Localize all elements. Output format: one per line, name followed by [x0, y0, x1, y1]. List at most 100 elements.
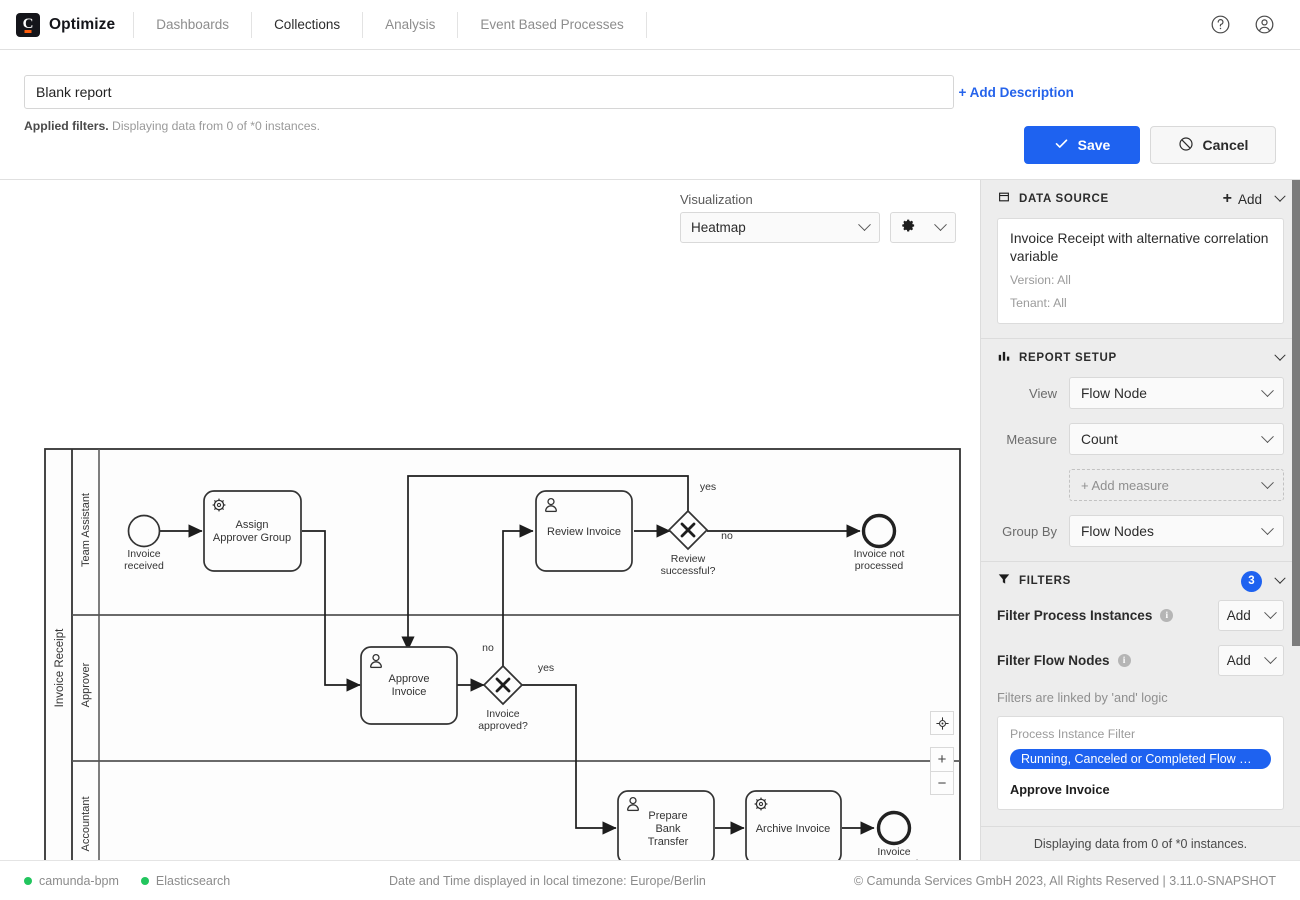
zoom-in-button[interactable]: +: [930, 747, 954, 771]
end-event-invoice-processed: [876, 810, 912, 846]
report-title-input[interactable]: [24, 75, 954, 109]
nav-item-event-based-processes[interactable]: Event Based Processes: [458, 12, 645, 38]
report-header-bar: + Add Description Applied filters. Displ…: [0, 50, 1300, 219]
add-flow-node-filter-label: Add: [1226, 653, 1251, 669]
start-event-label-line2: received: [124, 560, 164, 572]
filter-process-instances-label: Filter Process Instances: [997, 608, 1153, 624]
flow-label-review-no: no: [721, 530, 733, 542]
measure-select[interactable]: Count: [1069, 423, 1284, 456]
add-description-button[interactable]: + Add Description: [958, 85, 1073, 100]
data-source-title: DATA SOURCE: [1019, 193, 1109, 205]
collapse-data-source-icon[interactable]: [1274, 190, 1286, 202]
collapse-report-setup-icon[interactable]: [1274, 349, 1286, 361]
nav-item-analysis[interactable]: Analysis: [363, 12, 457, 38]
lane-label-accountant: Accountant: [80, 796, 92, 851]
report-setup-header: REPORT SETUP: [997, 339, 1286, 377]
svg-text:Invoice: Invoice: [392, 686, 427, 698]
filter-card[interactable]: Process Instance Filter Running, Cancele…: [997, 716, 1284, 811]
view-value: Flow Node: [1081, 385, 1147, 401]
top-navigation: C Optimize Dashboards Collections Analys…: [0, 0, 1300, 50]
filter-flow-nodes-label: Filter Flow Nodes: [997, 653, 1110, 669]
svg-text:Invoice: Invoice: [486, 708, 519, 720]
nav-divider: [645, 11, 647, 38]
report-configuration-panel: DATA SOURCE + Add Invoice Receipt with a…: [980, 180, 1300, 860]
zoom-controls: + −: [930, 711, 954, 795]
collapse-filters-icon[interactable]: [1274, 572, 1286, 584]
pool-label: Invoice Receipt: [54, 628, 66, 707]
filters-actions: 3: [1241, 570, 1286, 592]
flow-label-approved-yes: yes: [538, 662, 554, 674]
chevron-down-icon: [1261, 429, 1274, 443]
filter-icon: [997, 572, 1011, 591]
report-setup-row-measure: Measure Count: [997, 423, 1284, 456]
help-circle-icon[interactable]: [1208, 13, 1232, 37]
user-account-icon[interactable]: [1252, 13, 1276, 37]
connection-name: camunda-bpm: [39, 873, 119, 888]
ban-icon: [1178, 136, 1194, 155]
save-button[interactable]: Save: [1024, 126, 1140, 164]
svg-text:successful?: successful?: [661, 565, 716, 577]
end-event-label-line2: processed: [855, 560, 904, 572]
end-event-label-line1: Invoice not: [854, 548, 905, 560]
info-icon[interactable]: i: [1160, 609, 1174, 623]
camunda-logo-icon: C: [16, 12, 40, 37]
group-by-select[interactable]: Flow Nodes: [1069, 515, 1284, 548]
flow-label-approved-no: no: [482, 642, 494, 654]
task-prepare-bank-transfer: Prepare Bank Transfer: [617, 790, 715, 860]
save-label: Save: [1077, 137, 1111, 153]
nav-links: Dashboards Collections Analysis Event Ba…: [134, 11, 647, 38]
svg-text:Archive Invoice: Archive Invoice: [756, 823, 831, 835]
measure-value: Count: [1081, 431, 1118, 447]
data-source-card[interactable]: Invoice Receipt with alternative correla…: [997, 218, 1284, 325]
svg-text:Prepare: Prepare: [648, 810, 687, 822]
side-panel-scrollbar[interactable]: [1292, 180, 1300, 646]
svg-text:Approve: Approve: [389, 673, 430, 685]
main-body: Visualization Heatmap Invoice Receipt Te…: [0, 180, 1300, 860]
logo-accent: [24, 30, 32, 33]
end-event-processed-line1: Invoice: [877, 846, 910, 858]
connection-name: Elasticsearch: [155, 873, 231, 888]
connection-status-elasticsearch: Elasticsearch: [140, 873, 231, 888]
svg-text:Review Invoice: Review Invoice: [547, 526, 621, 538]
section-report-setup: REPORT SETUP View Flow Node Measure Coun…: [981, 339, 1300, 563]
brand[interactable]: C Optimize: [16, 12, 133, 37]
chevron-down-icon: [1261, 475, 1274, 489]
filters-count-badge: 3: [1241, 570, 1262, 592]
data-source-header: DATA SOURCE + Add: [997, 180, 1286, 218]
chevron-down-icon: [1264, 606, 1278, 620]
add-flow-node-filter-button[interactable]: Add: [1218, 645, 1284, 677]
nav-item-dashboards[interactable]: Dashboards: [134, 12, 251, 38]
side-scroll-area: DATA SOURCE + Add Invoice Receipt with a…: [981, 180, 1300, 826]
svg-text:Bank: Bank: [655, 823, 681, 835]
plus-icon: +: [1222, 190, 1232, 207]
diagram-canvas[interactable]: Visualization Heatmap Invoice Receipt Te…: [0, 180, 980, 860]
cancel-button[interactable]: Cancel: [1150, 126, 1276, 164]
task-assign-approver-group: Assign Approver Group: [203, 490, 302, 572]
reset-zoom-button[interactable]: [930, 711, 954, 735]
task-review-invoice: Review Invoice: [535, 490, 633, 572]
bpmn-diagram[interactable]: Invoice Receipt Team Assistant Approver …: [0, 180, 980, 860]
check-icon: [1054, 136, 1069, 154]
start-event-label-line1: Invoice: [127, 548, 160, 560]
section-filters: FILTERS 3 Filter Process Instances i Add: [981, 562, 1300, 811]
info-icon[interactable]: i: [1117, 654, 1131, 668]
filter-card-type: Process Instance Filter: [1010, 727, 1136, 742]
nav-item-collections[interactable]: Collections: [252, 12, 362, 38]
add-process-instance-filter-button[interactable]: Add: [1218, 600, 1284, 632]
zoom-out-button[interactable]: −: [930, 771, 954, 795]
flow-label-review-yes: yes: [700, 481, 716, 493]
filter-card-node: Approve Invoice: [1010, 782, 1110, 798]
start-event-invoice-received: [127, 514, 161, 548]
report-setup-actions: [1274, 349, 1286, 362]
group-by-value: Flow Nodes: [1081, 523, 1154, 539]
view-select[interactable]: Flow Node: [1069, 377, 1284, 410]
add-data-source-button[interactable]: + Add: [1223, 191, 1262, 207]
bar-chart-icon: [997, 349, 1011, 368]
add-measure-select[interactable]: + Add measure: [1069, 469, 1284, 502]
timezone-note: Date and Time displayed in local timezon…: [389, 873, 706, 888]
task-archive-invoice: Archive Invoice: [745, 790, 842, 860]
measure-label: Measure: [1006, 431, 1057, 447]
status-dot: [140, 876, 149, 885]
filter-flow-nodes-row: Filter Flow Nodes i Add: [997, 645, 1284, 677]
add-data-source-label: Add: [1237, 191, 1262, 207]
